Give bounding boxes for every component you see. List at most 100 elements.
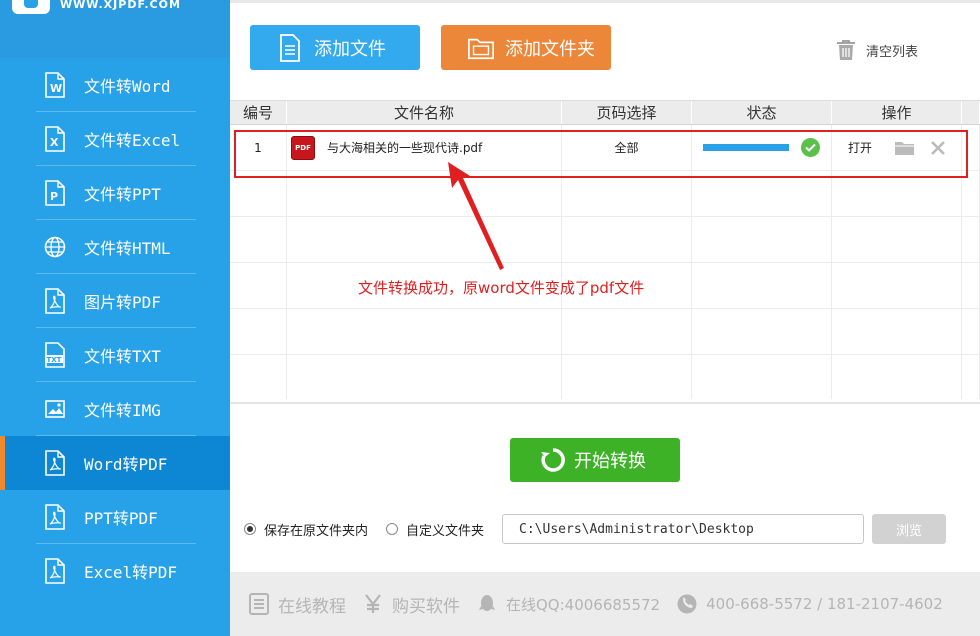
sidebar-item-label: 图片转PDF <box>84 293 161 312</box>
table-row-empty <box>230 355 980 399</box>
table-row-empty <box>230 217 980 263</box>
sidebar-item-label: 文件转Excel <box>84 131 181 150</box>
clear-list-button[interactable]: 清空列表 <box>836 39 918 61</box>
logo-area: WWW.XJPDF.COM <box>0 0 230 58</box>
sidebar-item-label: 文件转TXT <box>84 347 161 366</box>
start-convert-label: 开始转换 <box>574 451 646 472</box>
output-options: 保存在原文件夹内 自定义文件夹 浏览 <box>244 514 974 544</box>
row-status <box>692 125 832 170</box>
radio-custom-folder-label: 自定义文件夹 <box>406 523 485 539</box>
phone-link[interactable]: 400-668-5572 / 181-2107-4602 <box>676 593 943 615</box>
add-folder-button[interactable]: 添加文件夹 <box>441 25 611 70</box>
sidebar-item-word-to-pdf[interactable]: Word转PDF <box>0 436 230 490</box>
refresh-icon <box>540 447 566 473</box>
row-filename: 与大海相关的一些现代诗.pdf <box>327 141 483 155</box>
annotation-arrow <box>448 162 504 270</box>
browse-button[interactable]: 浏览 <box>872 514 947 544</box>
add-file-button[interactable]: 添加文件 <box>250 25 420 70</box>
open-folder-icon[interactable] <box>894 140 916 156</box>
ppt-doc-icon: P <box>44 180 66 206</box>
sidebar-item-file-to-html[interactable]: 文件转HTML <box>0 220 230 274</box>
sidebar-item-file-to-txt[interactable]: TXT 文件转TXT <box>0 328 230 382</box>
buy-software-label: 购买软件 <box>392 596 460 617</box>
progress-bar <box>703 144 789 151</box>
sidebar-item-label: 文件转IMG <box>84 401 161 420</box>
column-header-spacer <box>962 101 980 124</box>
yen-icon <box>362 593 384 615</box>
online-tutorial-link[interactable]: 在线教程 <box>248 592 346 617</box>
online-qq-label: 在线QQ:4006685572 <box>506 595 661 614</box>
sidebar-item-file-to-word[interactable]: W 文件转Word <box>0 58 230 112</box>
radio-checked[interactable] <box>244 523 256 535</box>
book-icon <box>248 593 270 615</box>
pdf-file-icon: PDF <box>291 135 315 160</box>
excel-doc-icon: X <box>44 126 66 152</box>
radio-save-original-label: 保存在原文件夹内 <box>264 523 369 539</box>
trash-icon <box>836 39 856 61</box>
radio-custom-folder[interactable]: 自定义文件夹 <box>386 520 484 539</box>
app-logo <box>12 0 50 14</box>
online-tutorial-label: 在线教程 <box>278 596 346 617</box>
table-row-empty <box>230 309 980 355</box>
brand-url: WWW.XJPDF.COM <box>60 0 181 11</box>
sidebar-item-label: Word转PDF <box>84 455 168 474</box>
table-row[interactable]: 1 PDF 与大海相关的一些现代诗.pdf 全部 打开 <box>230 125 980 171</box>
svg-text:P: P <box>50 190 58 203</box>
row-filename-cell: PDF 与大海相关的一些现代诗.pdf <box>287 125 562 170</box>
add-folder-label: 添加文件夹 <box>505 38 595 60</box>
phone-label: 400-668-5572 / 181-2107-4602 <box>706 595 943 613</box>
check-icon <box>801 138 820 157</box>
sidebar-item-image-to-pdf[interactable]: 图片转PDF <box>0 274 230 328</box>
word-doc-icon: W <box>44 72 66 98</box>
table-row-empty <box>230 171 980 217</box>
sidebar-item-label: 文件转Word <box>84 77 171 96</box>
sidebar-item-file-to-excel[interactable]: X 文件转Excel <box>0 112 230 166</box>
close-icon[interactable] <box>930 140 946 156</box>
pdf-doc-icon <box>44 450 66 476</box>
sidebar-item-file-to-img[interactable]: 文件转IMG <box>0 382 230 436</box>
file-table: 编号 文件名称 页码选择 状态 操作 1 PDF 与大海相关的一些现代诗.pdf… <box>230 100 980 404</box>
add-file-label: 添加文件 <box>314 38 386 60</box>
sidebar-item-label: Excel转PDF <box>84 563 178 582</box>
sidebar-item-ppt-to-pdf[interactable]: PPT转PDF <box>0 490 230 544</box>
qq-icon <box>476 593 498 615</box>
sidebar-item-label: 文件转HTML <box>84 239 171 258</box>
column-header-filename: 文件名称 <box>287 101 562 124</box>
main-panel: 添加文件 添加文件夹 清空列表 编号 文件名称 页码选择 状态 操作 1 PDF… <box>230 0 980 636</box>
sidebar-item-excel-to-pdf[interactable]: Excel转PDF <box>0 544 230 598</box>
sidebar-item-label: PPT转PDF <box>84 509 158 528</box>
column-header-actions: 操作 <box>832 101 962 124</box>
buy-software-link[interactable]: 购买软件 <box>362 592 460 617</box>
toolbar: 添加文件 添加文件夹 清空列表 <box>230 0 980 100</box>
svg-text:X: X <box>50 136 59 149</box>
txt-doc-icon: TXT <box>44 342 66 368</box>
column-header-index: 编号 <box>230 101 287 124</box>
svg-text:W: W <box>50 82 62 95</box>
svg-text:TXT: TXT <box>47 356 62 364</box>
column-header-status: 状态 <box>692 101 832 124</box>
pdf-doc-icon <box>44 288 66 314</box>
radio-save-original[interactable]: 保存在原文件夹内 <box>244 520 368 539</box>
image-icon <box>44 396 66 422</box>
row-spacer <box>962 125 980 170</box>
row-index: 1 <box>230 125 287 170</box>
globe-icon <box>44 234 66 260</box>
sidebar: WWW.XJPDF.COM W 文件转Word X 文件转Excel P 文件转… <box>0 0 230 636</box>
online-qq-link[interactable]: 在线QQ:4006685572 <box>476 593 660 615</box>
annotation-text: 文件转换成功，原word文件变成了pdf文件 <box>358 279 645 297</box>
folder-icon <box>467 33 495 63</box>
clear-list-label: 清空列表 <box>866 44 919 60</box>
start-convert-button[interactable]: 开始转换 <box>510 438 680 482</box>
phone-icon <box>676 593 698 615</box>
sidebar-item-label: 文件转PPT <box>84 185 161 204</box>
row-pages[interactable]: 全部 <box>562 125 692 170</box>
column-header-pages: 页码选择 <box>562 101 692 124</box>
table-header: 编号 文件名称 页码选择 状态 操作 <box>230 101 980 125</box>
output-path-input[interactable] <box>502 514 865 544</box>
row-actions: 打开 <box>832 125 962 170</box>
pdf-doc-icon <box>44 504 66 530</box>
radio-unchecked[interactable] <box>386 523 399 535</box>
sidebar-item-file-to-ppt[interactable]: P 文件转PPT <box>0 166 230 220</box>
document-icon <box>276 33 304 63</box>
open-file-button[interactable]: 打开 <box>848 139 872 156</box>
